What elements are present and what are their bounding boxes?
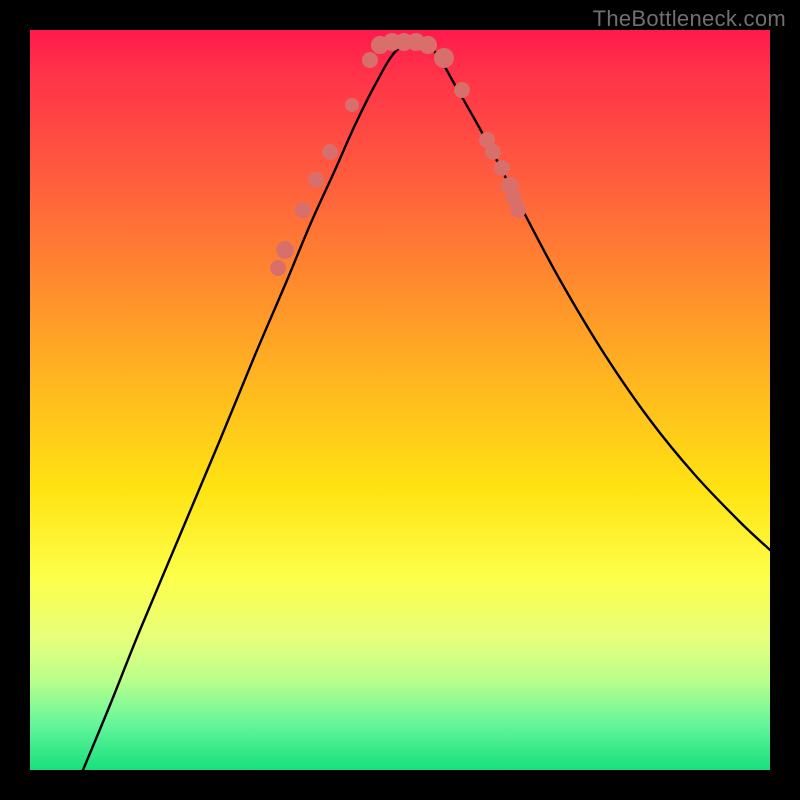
marker-group [270,33,526,276]
watermark-text: TheBottleneck.com [593,6,786,32]
marker-dot [276,241,294,259]
chart-svg [30,30,770,770]
marker-dot [485,144,501,160]
marker-dot [434,48,454,68]
marker-dot [308,172,324,188]
marker-dot [322,144,338,160]
marker-dot [419,36,437,54]
marker-dot [494,160,510,176]
marker-dot [345,98,359,112]
gradient-plot-area [30,30,770,770]
marker-dot [295,202,311,218]
marker-dot [454,82,470,98]
marker-dot [270,260,286,276]
marker-dot [362,52,378,68]
marker-dot [510,202,526,218]
bottleneck-curve [83,42,770,770]
outer-frame: TheBottleneck.com [0,0,800,800]
